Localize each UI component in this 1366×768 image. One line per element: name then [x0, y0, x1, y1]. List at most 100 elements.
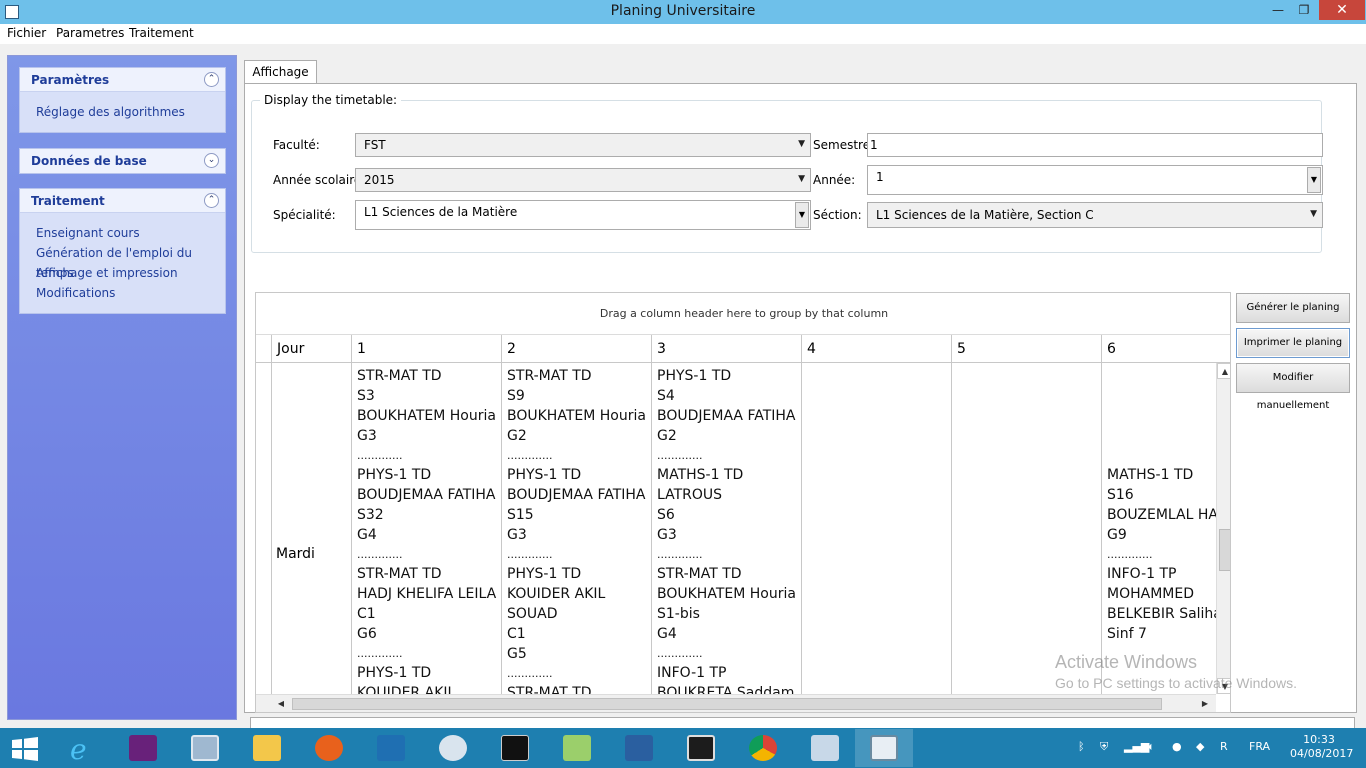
column-header-1[interactable]: 1	[351, 335, 501, 363]
group-header-traitement[interactable]: Traitement ⌃	[20, 189, 225, 213]
row-selector[interactable]	[256, 363, 271, 694]
clock[interactable]: 10:33 04/08/2017	[1290, 733, 1353, 761]
close-button[interactable]: ✕	[1319, 0, 1365, 20]
cell-line: KOUIDER AKIL	[357, 685, 456, 694]
cell-line: G3	[657, 527, 677, 543]
modifier-manuellement-button[interactable]: Modifier manuellement	[1236, 363, 1350, 411]
dropdown-arrow-icon[interactable]: ▼	[795, 202, 809, 228]
annee-scolaire-combo[interactable]: 2015 ▼	[355, 168, 811, 192]
minimize-button[interactable]: —	[1265, 0, 1291, 20]
cell-slot-1[interactable]: STR-MAT TD S3 BOUKHATEM Houria G3..........…	[351, 363, 501, 694]
scroll-up-icon[interactable]: ▲	[1217, 363, 1230, 379]
language-indicator[interactable]: FRA	[1249, 740, 1270, 753]
menu-traitement[interactable]: Traitement	[129, 26, 194, 40]
cell-line: G4	[357, 527, 377, 543]
specialite-value: L1 Sciences de la Matière	[364, 205, 518, 219]
menu-parametres[interactable]: Parametres	[56, 26, 124, 40]
sidebar-item-affichage-impression[interactable]: Affichage et impression	[36, 263, 225, 283]
title-bar: Planing Universitaire — ❐ ✕	[0, 0, 1366, 24]
planing-app-taskbar-icon[interactable]	[855, 729, 913, 767]
group-header-donnees[interactable]: Données de base ⌄	[20, 149, 225, 173]
maximize-button[interactable]: ❐	[1291, 0, 1317, 20]
watermark-subtitle: Go to PC settings to activate Windows.	[1055, 675, 1297, 691]
section-value: L1 Sciences de la Matière, Section C	[876, 208, 1094, 222]
cell-line: STR-MAT TD	[507, 685, 592, 694]
cell-slot-4[interactable]	[801, 363, 951, 694]
update-icon[interactable]: ◆	[1196, 740, 1204, 753]
cell-line: INFO-1 TP	[657, 665, 727, 681]
security-icon[interactable]: ⛨	[1100, 740, 1108, 754]
collapse-chevron-icon[interactable]: ⌃	[204, 193, 219, 208]
cell-jour[interactable]: Mardi	[271, 363, 351, 694]
vertical-scrollbar[interactable]: ▲ ▼	[1216, 363, 1230, 694]
column-header-4[interactable]: 4	[801, 335, 951, 363]
command-prompt-icon[interactable]	[486, 729, 544, 767]
tab-affichage[interactable]: Affichage	[244, 60, 317, 84]
swirl-app-icon[interactable]	[424, 729, 482, 767]
cell-slot-6[interactable]: MATHS-1 TD S16 BOUZEMLAL HA G9.............…	[1101, 363, 1216, 694]
table-row[interactable]: Mardi STR-MAT TD S3 BOUKHATEM Houria G3....…	[256, 363, 1216, 694]
semestre-field[interactable]: 1	[867, 133, 1323, 157]
specialite-combo[interactable]: L1 Sciences de la Matière ▼	[355, 200, 811, 230]
section-combo[interactable]: L1 Sciences de la Matière, Section C ▼	[867, 202, 1323, 228]
cell-line: MATHS-1 TD	[1107, 467, 1194, 483]
file-explorer-icon[interactable]	[238, 729, 296, 767]
column-header-3[interactable]: 3	[651, 335, 801, 363]
expand-chevron-icon[interactable]: ⌄	[204, 153, 219, 168]
imprimer-planing-button[interactable]: Imprimer le planing	[1236, 328, 1350, 358]
ime-icon[interactable]: R	[1220, 740, 1228, 753]
network-tool-icon[interactable]	[796, 729, 854, 767]
dropdown-arrow-icon[interactable]: ▼	[1307, 167, 1321, 193]
internet-explorer-icon[interactable]: e	[52, 729, 110, 767]
firefox-icon[interactable]	[300, 729, 358, 767]
visual-studio-code-icon[interactable]	[362, 729, 420, 767]
powershell-icon[interactable]	[610, 729, 668, 767]
sidebar-item-generation-emploi[interactable]: Génération de l'emploi du temps	[36, 243, 225, 280]
annee-scolaire-label: Année scolaire:	[273, 173, 366, 187]
menu-fichier[interactable]: Fichier	[7, 26, 46, 40]
generer-planing-button[interactable]: Générer le planing	[1236, 293, 1350, 323]
svg-text:e: e	[70, 735, 87, 763]
cell-slot-5[interactable]	[951, 363, 1101, 694]
cell-separator: .............	[507, 548, 553, 561]
cell-slot-2[interactable]: STR-MAT TD S9 BOUKHATEM Houria G2..........…	[501, 363, 651, 694]
group-title: Traitement	[31, 194, 105, 208]
annee-label: Année:	[813, 173, 856, 187]
cell-line: G3	[507, 527, 527, 543]
annee-combo[interactable]: 1 ▼	[867, 165, 1323, 195]
column-header-jour[interactable]: Jour	[271, 335, 351, 363]
visual-studio-icon[interactable]	[114, 729, 172, 767]
scroll-thumb[interactable]	[1219, 529, 1230, 571]
group-header-parametres[interactable]: Paramètres ⌃	[20, 68, 225, 92]
faculte-combo[interactable]: FST ▼	[355, 133, 811, 157]
scroll-thumb[interactable]	[292, 698, 1162, 710]
eclipse-icon[interactable]	[672, 729, 730, 767]
windows-logo-icon[interactable]	[0, 729, 58, 767]
taskbar: e ᛒ ⛨ ▂▄▆ 🔈︎ ● ◆ R FRA 10:33 04/08/2017	[0, 728, 1366, 768]
bluetooth-icon[interactable]: ᛒ	[1078, 740, 1085, 753]
cell-line: PHYS-1 TD	[357, 665, 432, 681]
scroll-left-icon[interactable]: ◀	[273, 696, 289, 712]
cell-slot-3[interactable]: PHYS-1 TD S4 BOUDJEMAA FATIHA G2...........…	[651, 363, 801, 694]
volume-icon[interactable]: 🔈︎	[1148, 740, 1155, 754]
signal-icon[interactable]: ▂▄▆	[1124, 740, 1149, 753]
column-header-2[interactable]: 2	[501, 335, 651, 363]
cell-line: S15	[507, 507, 534, 523]
remote-desktop-icon[interactable]	[176, 729, 234, 767]
cell-line: STR-MAT TD	[507, 368, 592, 384]
chrome-icon[interactable]	[734, 729, 792, 767]
shield-icon[interactable]: ●	[1172, 740, 1182, 753]
notepad-plus-plus-icon[interactable]	[548, 729, 606, 767]
specialite-label: Spécialité:	[273, 208, 336, 222]
cell-line: S4	[657, 388, 675, 404]
scroll-right-icon[interactable]: ▶	[1197, 696, 1213, 712]
column-header-6[interactable]: 6	[1101, 335, 1216, 363]
cell-line: BELKEBIR Saliha	[1107, 606, 1216, 622]
column-header-5[interactable]: 5	[951, 335, 1101, 363]
group-by-panel[interactable]: Drag a column header here to group by th…	[256, 293, 1230, 335]
collapse-chevron-icon[interactable]: ⌃	[204, 72, 219, 87]
sidebar-item-modifications[interactable]: Modifications	[36, 283, 225, 303]
sidebar-item-enseignant-cours[interactable]: Enseignant cours	[36, 223, 225, 243]
horizontal-scrollbar[interactable]: ◀ ▶	[256, 694, 1216, 712]
sidebar-item-reglage-algorithmes[interactable]: Réglage des algorithmes	[36, 102, 225, 122]
